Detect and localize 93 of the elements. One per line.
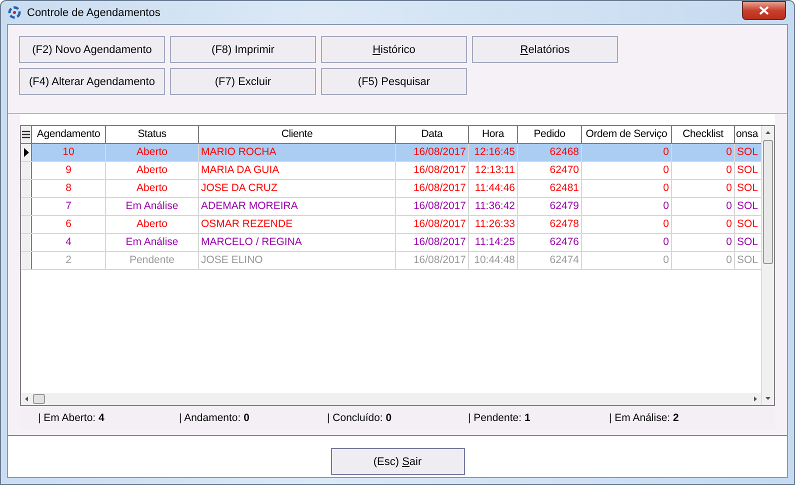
table-cell: 62476 — [518, 234, 582, 251]
table-cell: Aberto — [106, 162, 199, 179]
table-cell: 0 — [672, 252, 735, 269]
column-header[interactable]: Pedido — [518, 126, 582, 143]
scroll-thumb[interactable] — [763, 140, 773, 264]
table-cell: 11:26:33 — [469, 216, 518, 233]
vertical-scrollbar[interactable] — [761, 126, 774, 405]
table-cell: 62468 — [518, 144, 582, 161]
table-cell: 0 — [672, 198, 735, 215]
close-button[interactable] — [742, 1, 786, 20]
table-cell: 16/08/2017 — [396, 252, 469, 269]
table-cell: 6 — [32, 216, 106, 233]
table-cell: 16/08/2017 — [396, 198, 469, 215]
table-cell: 0 — [582, 234, 672, 251]
column-header[interactable]: Status — [106, 126, 199, 143]
column-header[interactable]: Checklist — [672, 126, 735, 143]
table-cell: 11:36:42 — [469, 198, 518, 215]
table-cell: Aberto — [106, 180, 199, 197]
table-cell: MARCELO / REGINA — [199, 234, 396, 251]
table-cell: 4 — [32, 234, 106, 251]
table-cell: 0 — [582, 162, 672, 179]
table-cell: MARIO ROCHA — [199, 144, 396, 161]
toolbar-button[interactable]: Histórico — [321, 36, 467, 63]
table-cell: 0 — [672, 162, 735, 179]
status-count: | Pendente: 1 — [468, 412, 532, 424]
table-cell: 9 — [32, 162, 106, 179]
table-cell: 0 — [582, 198, 672, 215]
column-header[interactable]: Data — [396, 126, 469, 143]
table-cell: Aberto — [106, 144, 199, 161]
toolbar-button[interactable]: (F4) Alterar Agendamento — [19, 68, 165, 95]
table-cell: Pendente — [106, 252, 199, 269]
toolbar-button[interactable]: Relatórios — [472, 36, 618, 63]
table-row[interactable]: 7 Em Análise ADEMAR MOREIRA 16/08/2017 11:36:42 62479 0 0 SOL — [21, 198, 761, 216]
exit-button[interactable]: (Esc) Sair — [330, 448, 464, 475]
status-count: | Em Aberto: 4 — [38, 412, 106, 424]
table-cell: 10 — [32, 144, 106, 161]
table-cell: 0 — [672, 180, 735, 197]
grid-menu-icon[interactable] — [21, 126, 32, 143]
table-cell: 16/08/2017 — [396, 162, 469, 179]
table-cell: 12:13:11 — [469, 162, 518, 179]
table-cell: 0 — [672, 216, 735, 233]
table-cell: 62474 — [518, 252, 582, 269]
table-cell: 62470 — [518, 162, 582, 179]
table-cell: 8 — [32, 180, 106, 197]
table-cell: 7 — [32, 198, 106, 215]
table-cell: 62479 — [518, 198, 582, 215]
table-row[interactable]: 4 Em Análise MARCELO / REGINA 16/08/2017 11:14:25 62476 0 0 SOL — [21, 234, 761, 252]
scroll-thumb[interactable] — [33, 394, 45, 404]
table-cell: JOSE DA CRUZ — [199, 180, 396, 197]
table-cell: 62478 — [518, 216, 582, 233]
column-header[interactable]: Ordem de Serviço — [582, 126, 672, 143]
table-row[interactable]: 8 Aberto JOSE DA CRUZ 16/08/2017 11:44:46 62481 0 0 SOL — [21, 180, 761, 198]
table-cell: 2 — [32, 252, 106, 269]
table-cell: 11:44:46 — [469, 180, 518, 197]
table-cell: OSMAR REZENDE — [199, 216, 396, 233]
close-icon — [759, 6, 769, 15]
table-cell: Em Análise — [106, 234, 199, 251]
table-cell: 0 — [672, 144, 735, 161]
table-cell: 16/08/2017 — [396, 216, 469, 233]
column-header[interactable]: Agendamento — [32, 126, 106, 143]
app-icon — [8, 6, 21, 19]
table-cell: 0 — [672, 234, 735, 251]
table-cell: 10:44:48 — [469, 252, 518, 269]
window-title: Controle de Agendamentos — [27, 6, 162, 18]
table-cell: 16/08/2017 — [396, 180, 469, 197]
table-cell: 0 — [582, 216, 672, 233]
table-cell: MARIA DA GUIA — [199, 162, 396, 179]
table-cell: 0 — [582, 180, 672, 197]
current-row-icon — [24, 148, 28, 157]
toolbar-button[interactable]: (F2) Novo Agendamento — [19, 36, 165, 63]
toolbar-button[interactable]: (F8) Imprimir — [170, 36, 316, 63]
table-cell: 12:16:45 — [469, 144, 518, 161]
table-cell: 11:14:25 — [469, 234, 518, 251]
status-count: | Concluído: 0 — [327, 412, 393, 424]
table-cell: Em Análise — [106, 198, 199, 215]
column-header[interactable]: Hora — [469, 126, 518, 143]
toolbar-button[interactable]: (F7) Excluir — [170, 68, 316, 95]
table-cell: 62481 — [518, 180, 582, 197]
toolbar-button[interactable]: (F5) Pesquisar — [321, 68, 467, 95]
status-count: | Em Análise: 2 — [609, 412, 680, 424]
horizontal-scrollbar[interactable] — [21, 393, 761, 405]
column-header[interactable]: Cliente — [199, 126, 396, 143]
table-cell: JOSE ELINO — [199, 252, 396, 269]
table-row[interactable]: 9 Aberto MARIA DA GUIA 16/08/2017 12:13:11 62470 0 0 SOL — [21, 162, 761, 180]
row-indicator[interactable] — [21, 144, 32, 161]
table-cell: ADEMAR MOREIRA — [199, 198, 396, 215]
table-cell: Aberto — [106, 216, 199, 233]
table-row[interactable]: 6 Aberto OSMAR REZENDE 16/08/2017 11:26:33 62478 0 0 SOL — [21, 216, 761, 234]
table-cell: 16/08/2017 — [396, 144, 469, 161]
table-cell: 0 — [582, 144, 672, 161]
table-cell: 16/08/2017 — [396, 234, 469, 251]
status-count: | Andamento: 0 — [179, 412, 250, 424]
table-cell: 0 — [582, 252, 672, 269]
